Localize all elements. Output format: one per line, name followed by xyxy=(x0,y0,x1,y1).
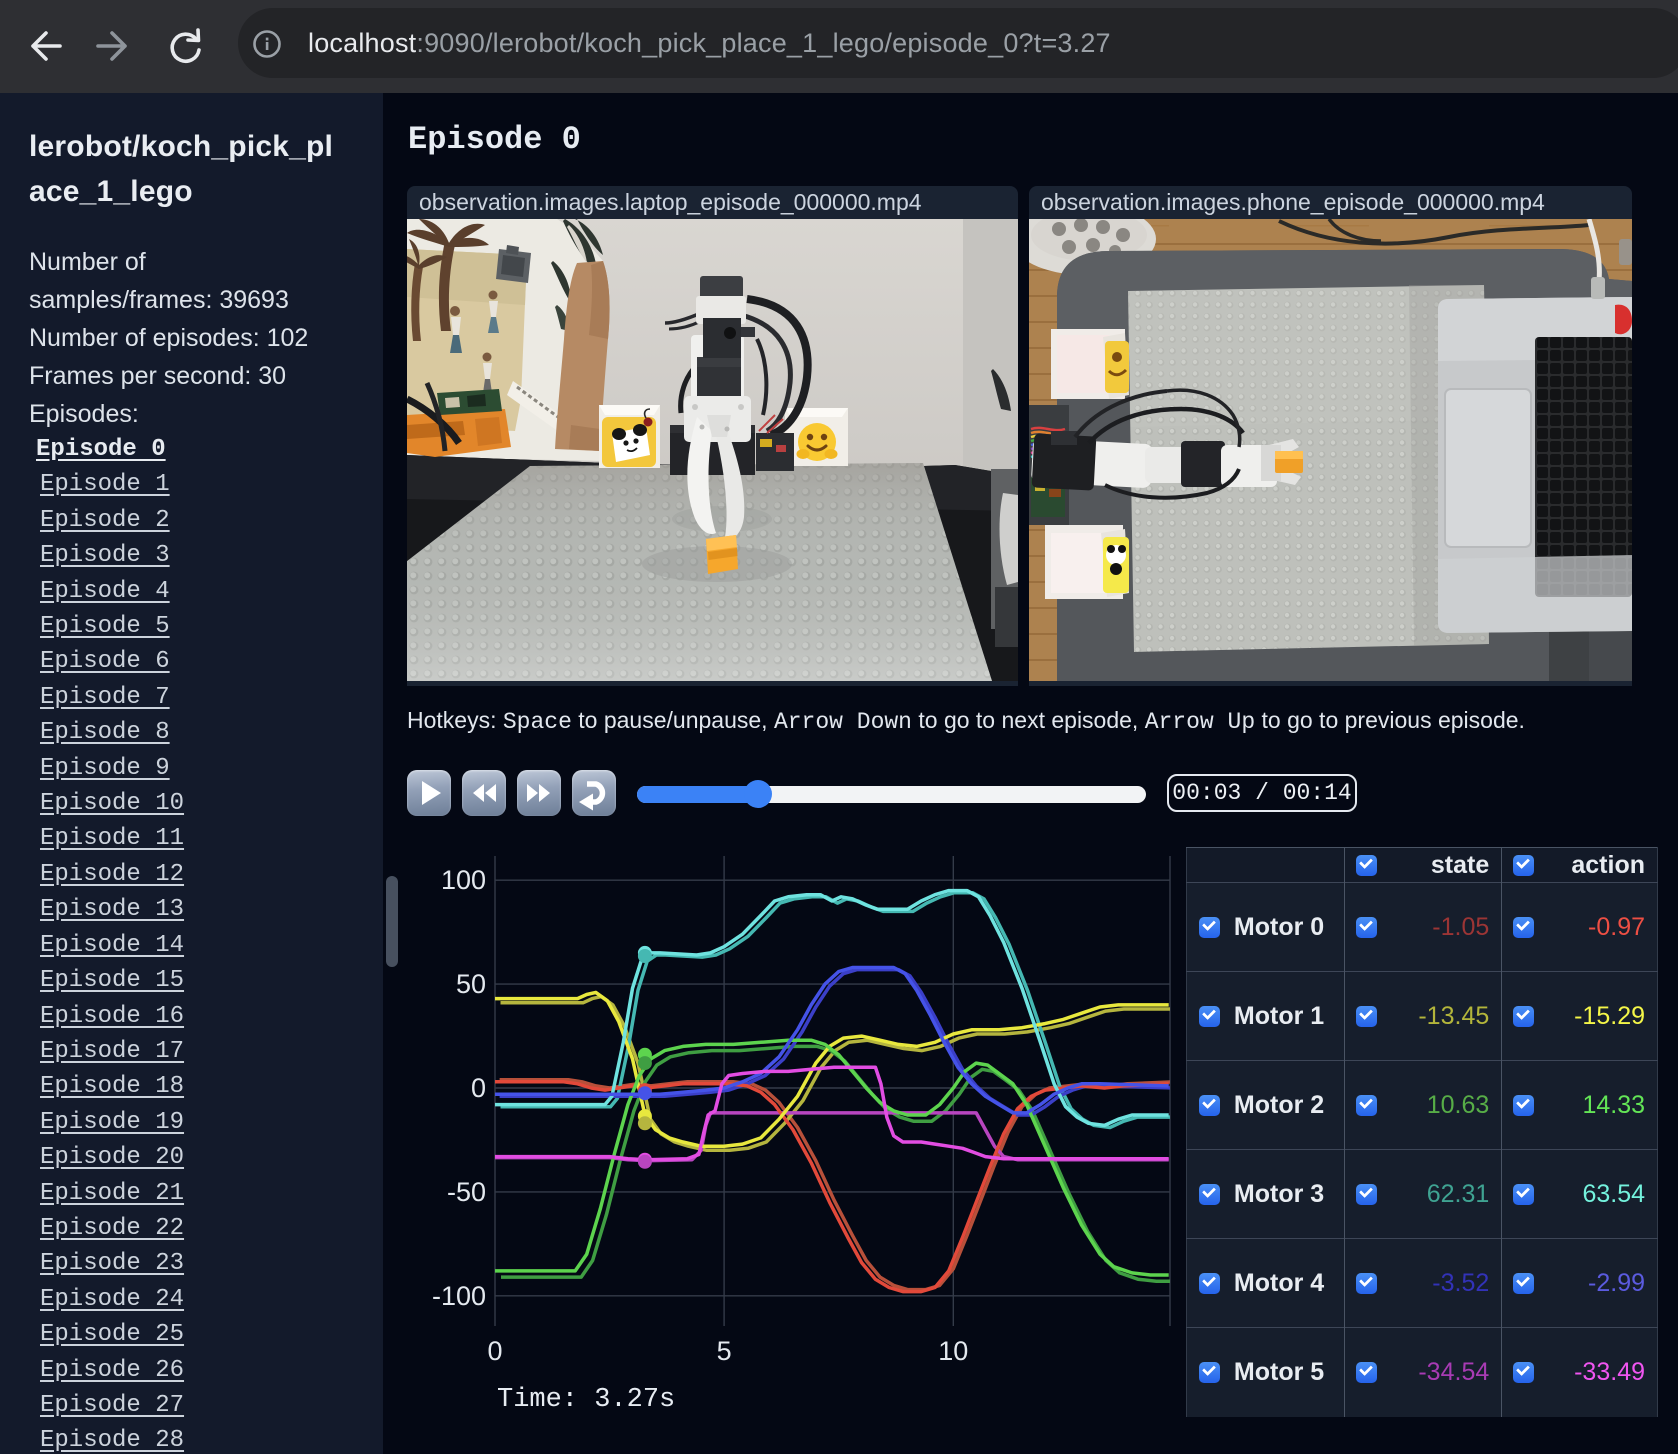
svg-text:50: 50 xyxy=(456,969,486,999)
svg-text:-50: -50 xyxy=(447,1177,486,1207)
svg-text:0: 0 xyxy=(471,1073,486,1103)
svg-text:-100: -100 xyxy=(432,1281,486,1311)
svg-text:100: 100 xyxy=(441,865,486,895)
svg-text:5: 5 xyxy=(717,1336,732,1366)
svg-text:10: 10 xyxy=(938,1336,968,1366)
svg-text:0: 0 xyxy=(487,1336,502,1366)
